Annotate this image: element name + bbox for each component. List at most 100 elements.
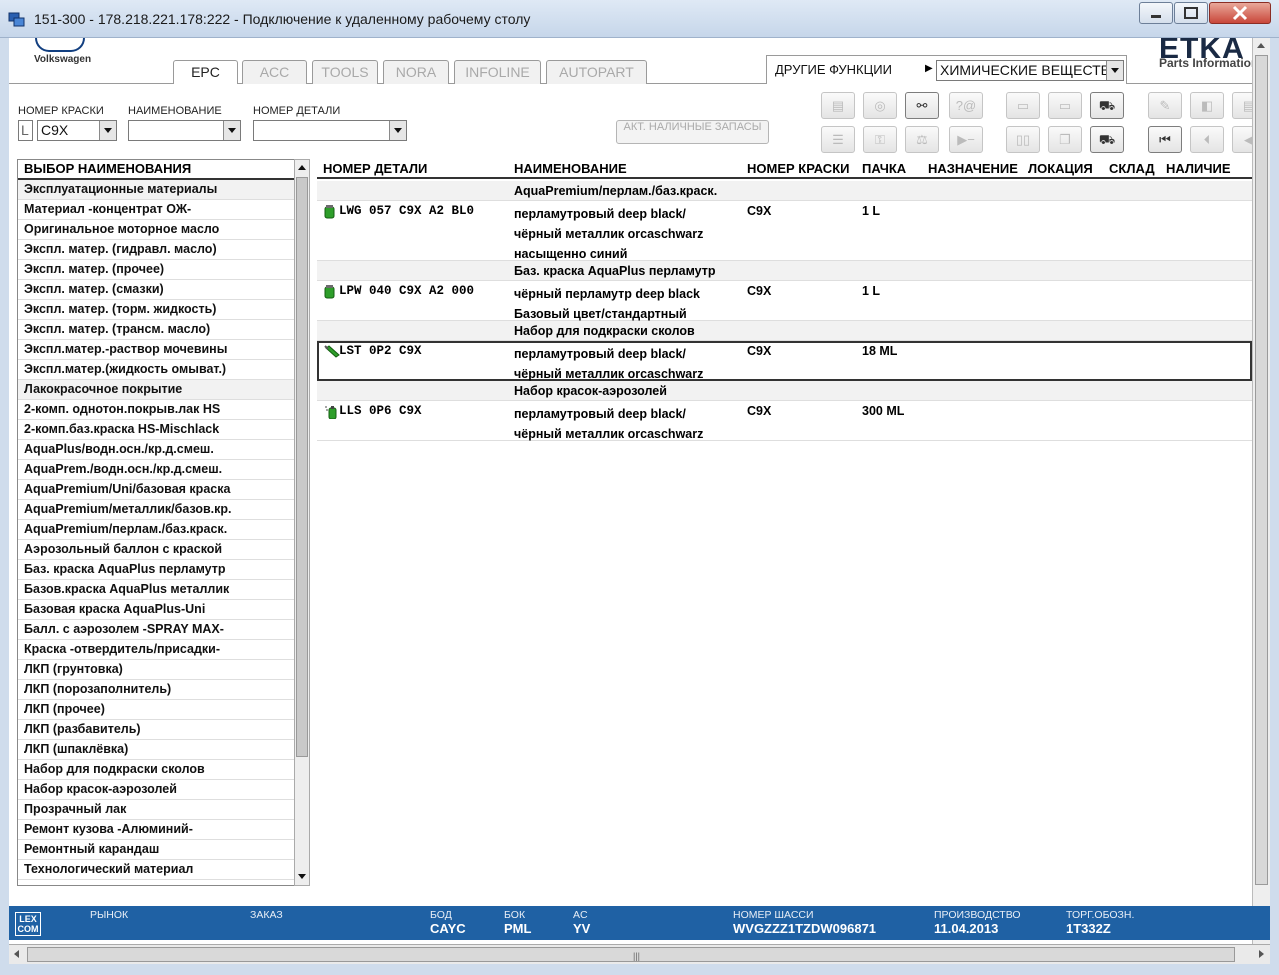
list-item[interactable]: Базов.краска AquaPlus металлик <box>18 580 306 600</box>
col-purpose[interactable]: НАЗНАЧЕНИЕ <box>928 161 1018 176</box>
maximize-icon <box>1184 7 1198 19</box>
list-item[interactable]: Материал -концентрат ОЖ- <box>18 200 306 220</box>
list-item[interactable]: Экспл. матер. (смазки) <box>18 280 306 300</box>
list-button[interactable]: ☰ <box>821 126 855 153</box>
col-location[interactable]: ЛОКАЦИЯ <box>1028 161 1093 176</box>
list-item[interactable]: 2-комп.баз.краска HS-Mischlack <box>18 420 306 440</box>
cart-button[interactable]: ⛟ <box>1090 126 1124 153</box>
list-group-header[interactable]: Лакокрасочное покрытие <box>18 380 306 400</box>
tab-autopart[interactable]: AUTOPART <box>546 60 647 84</box>
scroll-left-icon[interactable] <box>14 950 19 958</box>
list-item[interactable]: AquaPrem./водн.осн./кр.д.смеш. <box>18 460 306 480</box>
pin-button[interactable]: ✎ <box>1148 92 1182 119</box>
name-select[interactable] <box>128 120 241 141</box>
list-item[interactable]: Краска -отвердитель/присадки- <box>18 640 306 660</box>
list-item[interactable]: ЛКП (разбавитель) <box>18 720 306 740</box>
list-item[interactable]: AquaPlus/водн.осн./кр.д.смеш. <box>18 440 306 460</box>
list-item[interactable]: AquaPremium/Uni/базовая краска <box>18 480 306 500</box>
col-availability[interactable]: НАЛИЧИЕ <box>1166 161 1231 176</box>
key-button[interactable]: ⚿ <box>863 126 897 153</box>
page-back-button[interactable]: ◧ <box>1190 92 1224 119</box>
maximize-button[interactable] <box>1174 2 1208 24</box>
list-item[interactable]: Экспл. матер. (гидравл. масло) <box>18 240 306 260</box>
list-item[interactable]: Набор красок-аэрозолей <box>18 780 306 800</box>
tab-acc[interactable]: ACC <box>242 60 307 84</box>
table-row[interactable]: LPW 040 C9X A2 000 чёрный перламутр deep… <box>317 281 1252 321</box>
scroll-up-icon[interactable] <box>298 165 306 170</box>
list-item[interactable]: Балл. с аэрозолем -SPRAY MAX- <box>18 620 306 640</box>
list-item[interactable]: Экспл.матер.-раствор мочевины <box>18 340 306 360</box>
chevron-down-icon[interactable] <box>1106 61 1123 80</box>
chevron-down-icon[interactable] <box>389 121 406 140</box>
scale-button[interactable]: ⚖ <box>905 126 939 153</box>
col-warehouse[interactable]: СКЛАД <box>1109 161 1155 176</box>
list-item[interactable]: Экспл.матер.(жидкость омыват.) <box>18 360 306 380</box>
list-item[interactable]: Набор для подкраски сколов <box>18 760 306 780</box>
app-content: Volkswagen ETKA Parts Information EPC AC… <box>9 38 1270 944</box>
list-item[interactable]: Оригинальное моторное масло <box>18 220 306 240</box>
help-button[interactable]: ?@ <box>949 92 983 119</box>
scroll-right-icon[interactable] <box>1259 950 1264 958</box>
search-button[interactable]: ⚯ <box>905 92 939 119</box>
scroll-up-icon[interactable] <box>1257 43 1265 48</box>
col-name[interactable]: НАИМЕНОВАНИЕ <box>514 161 627 176</box>
other-functions-select[interactable]: ХИМИЧЕСКИЕ ВЕЩЕСТВА <box>936 60 1124 81</box>
left-scrollbar[interactable] <box>294 159 310 886</box>
tab-epc[interactable]: EPC <box>173 60 238 84</box>
right-scrollbar-thumb[interactable] <box>1255 55 1268 885</box>
chevron-down-icon[interactable] <box>223 121 240 140</box>
close-button[interactable] <box>1209 2 1271 24</box>
device-button[interactable]: ▯▯ <box>1006 126 1040 153</box>
elsa-button[interactable]: ▭ <box>1006 92 1040 119</box>
list-item[interactable]: Баз. краска AquaPlus перламутр <box>18 560 306 580</box>
list-item[interactable]: ЛКП (прочее) <box>18 700 306 720</box>
left-scrollbar-thumb[interactable] <box>296 177 308 757</box>
list-item[interactable]: ЛКП (порозаполнитель) <box>18 680 306 700</box>
play-button[interactable]: ▶− <box>949 126 983 153</box>
table-row[interactable]: LLS 0P6 C9X перламутровый deep black/ чё… <box>317 401 1252 441</box>
cart-add-button[interactable]: ⛟ <box>1090 92 1124 119</box>
previous-page-button[interactable]: ⏴ <box>1190 126 1224 153</box>
list-item[interactable]: Экспл. матер. (прочее) <box>18 260 306 280</box>
list-item[interactable]: Ремонт кузова -Алюминий- <box>18 820 306 840</box>
table-row[interactable]: LWG 057 C9X A2 BL0 перламутровый deep bl… <box>317 201 1252 261</box>
list-item[interactable]: Аэрозольный баллон с краской <box>18 540 306 560</box>
list-item[interactable]: AquaPremium/металлик/базов.кр. <box>18 500 306 520</box>
col-part-number[interactable]: НОМЕР ДЕТАЛИ <box>323 161 427 176</box>
list-item[interactable]: Прозрачный лак <box>18 800 306 820</box>
chevron-down-icon[interactable] <box>99 121 116 140</box>
minimize-button[interactable] <box>1139 2 1173 24</box>
list-item[interactable]: Ремонтный карандаш <box>18 840 306 860</box>
list-item[interactable]: Базовая краска AquaPlus-Uni <box>18 600 306 620</box>
color-prefix-field[interactable]: L <box>18 120 33 141</box>
print-button[interactable]: ▤ <box>821 92 855 119</box>
stock-button[interactable]: АКТ. НАЛИЧНЫЕ ЗАПАСЫ <box>616 120 769 144</box>
tab-nora[interactable]: NORA <box>383 60 449 84</box>
disc-button[interactable]: ◎ <box>863 92 897 119</box>
first-page-button[interactable]: ⏮ <box>1148 126 1182 153</box>
list-item[interactable]: Технологический материал <box>18 860 306 880</box>
col-color-number[interactable]: НОМЕР КРАСКИ <box>747 161 849 176</box>
horizontal-scrollbar[interactable]: ||| <box>9 944 1270 964</box>
list-item[interactable]: ЛКП (грунтовка) <box>18 660 306 680</box>
depot-button[interactable]: ▭ <box>1048 92 1082 119</box>
trade-value: 1T332Z <box>1066 921 1111 936</box>
list-item[interactable]: ЛКП (шпаклёвка) <box>18 740 306 760</box>
tab-tools[interactable]: TOOLS <box>312 60 378 84</box>
part-number-select[interactable] <box>253 120 407 141</box>
list-item[interactable]: Экспл. матер. (торм. жидкость) <box>18 300 306 320</box>
list-item[interactable]: 2-комп. однотон.покрыв.лак HS <box>18 400 306 420</box>
table-row-selected[interactable]: LST 0P2 C9X перламутровый deep black/ чё… <box>317 341 1252 381</box>
paint-can-icon <box>324 205 335 219</box>
copy-button[interactable]: ❐ <box>1048 126 1082 153</box>
col-pack[interactable]: ПАЧКА <box>862 161 906 176</box>
right-scrollbar[interactable] <box>1252 38 1270 944</box>
scroll-down-icon[interactable] <box>298 874 306 879</box>
list-group-header[interactable]: Эксплуатационные материалы <box>18 180 306 200</box>
list-item[interactable]: AquaPremium/перлам./баз.краск. <box>18 520 306 540</box>
list-item[interactable]: Экспл. матер. (трансм. масло) <box>18 320 306 340</box>
horizontal-scrollbar-thumb[interactable]: ||| <box>27 947 1235 962</box>
color-number-select[interactable]: C9X <box>37 120 117 141</box>
tab-infoline[interactable]: INFOLINE <box>454 60 541 84</box>
other-functions-label: ДРУГИЕ ФУНКЦИИ <box>775 62 892 77</box>
